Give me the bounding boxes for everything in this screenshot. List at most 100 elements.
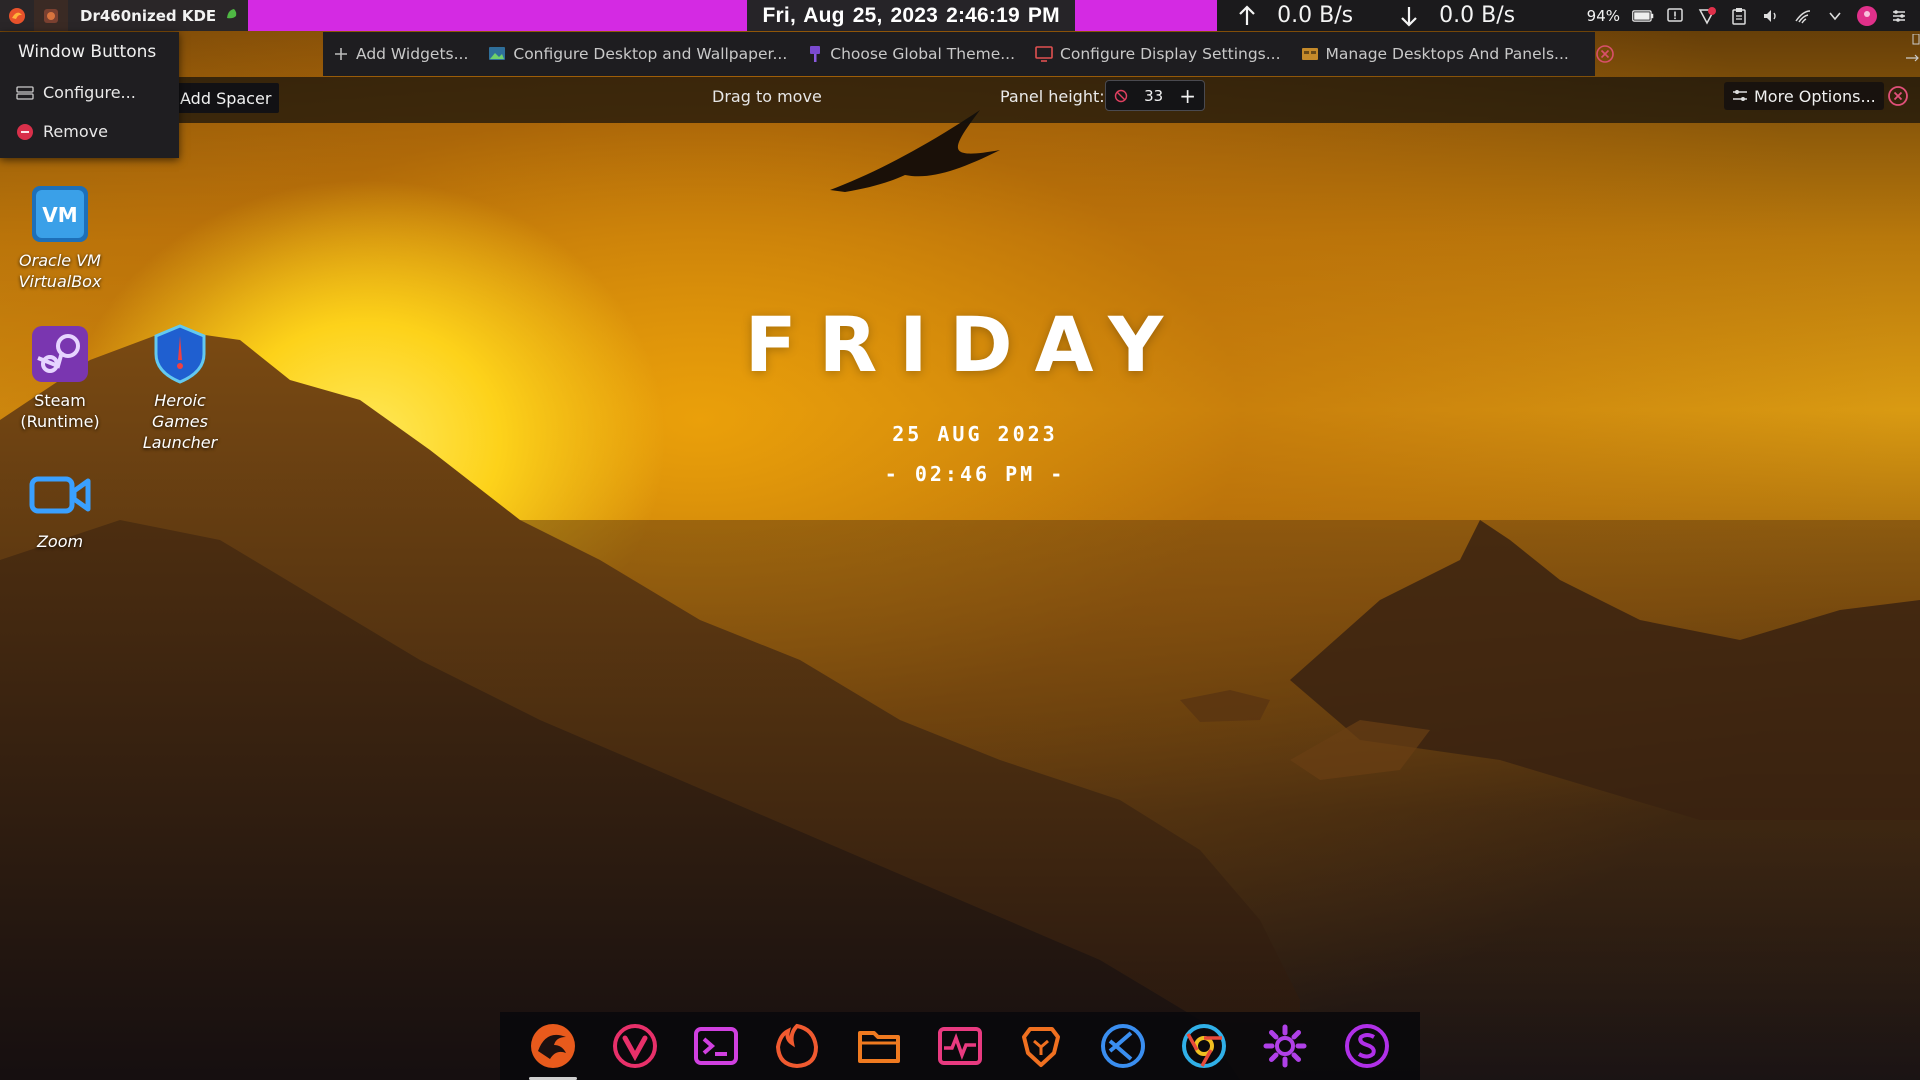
notification-icon[interactable] (1664, 5, 1686, 27)
system-monitor-icon (937, 1027, 982, 1065)
close-panel-edit-button[interactable] (1887, 85, 1909, 111)
choose-global-theme-label: Choose Global Theme... (830, 45, 1016, 63)
desktop[interactable]: Dr460nized KDE Fri, Aug 25, 2023 2:46:19… (0, 0, 1920, 1080)
dragon-emoji-icon (224, 6, 240, 26)
theme-icon (810, 46, 821, 62)
heroic-icon (148, 322, 212, 386)
brave-icon (1022, 1027, 1061, 1067)
desktop-icon-heroic[interactable]: Heroic Games Launcher (124, 322, 236, 453)
context-menu-title: Window Buttons (18, 42, 157, 62)
top-panel-left: Dr460nized KDE (0, 0, 249, 31)
display-icon (1035, 46, 1053, 62)
increase-height-button[interactable]: + (1179, 86, 1196, 106)
configure-display-label: Configure Display Settings... (1060, 45, 1281, 63)
zoom-icon (28, 463, 92, 527)
add-widgets-button[interactable]: Add Widgets... (323, 32, 478, 76)
dock-chromium[interactable] (1176, 1018, 1232, 1074)
more-options-label: More Options... (1754, 86, 1876, 106)
download-arrow-icon (1401, 6, 1417, 27)
top-panel-right: 0.0 B/s 0.0 B/s 94% (1217, 0, 1920, 31)
panel-spacer-left (248, 0, 748, 31)
desktop-icon-label: Zoom (36, 532, 84, 551)
expand-tray-icon[interactable] (1824, 5, 1846, 27)
add-spacer-button[interactable]: Add Spacer (172, 83, 280, 113)
dock-vscodium[interactable] (1095, 1018, 1151, 1074)
panel-height-label: Panel height: (1000, 87, 1105, 106)
firefox-icon (776, 1023, 819, 1069)
stacer-icon (1344, 1024, 1389, 1068)
configure-desktop-label: Configure Desktop and Wallpaper... (513, 45, 788, 63)
remove-icon (17, 123, 33, 140)
panel-height-input[interactable] (1133, 85, 1174, 106)
upload-speed: 0.0 B/s (1277, 3, 1354, 28)
day-name-widget: FRIDAY (744, 300, 1186, 389)
configure-desktop-button[interactable]: Configure Desktop and Wallpaper... (478, 32, 797, 76)
steam-icon (28, 322, 92, 386)
panel-settings-icon[interactable] (1888, 5, 1910, 27)
sliders-icon (1733, 90, 1747, 101)
choose-global-theme-button[interactable]: Choose Global Theme... (797, 32, 1025, 76)
active-window-icon (34, 0, 68, 31)
dock-firefox[interactable] (769, 1018, 825, 1074)
user-avatar-icon[interactable] (1856, 5, 1878, 27)
vpn-icon[interactable] (1696, 5, 1718, 27)
top-panel: Dr460nized KDE Fri, Aug 25, 2023 2:46:19… (0, 0, 1920, 31)
drag-to-move-handle[interactable]: Drag to move (712, 87, 822, 106)
desktop-icon-label: Oracle VM VirtualBox (18, 251, 102, 291)
wallpaper-icon (489, 47, 506, 60)
dock-terminal[interactable] (688, 1018, 744, 1074)
panel-height-spinbox[interactable]: + (1105, 80, 1205, 111)
desktops-icon (1301, 48, 1318, 60)
wallpaper-landscape (0, 110, 1920, 1080)
reset-icon[interactable] (1114, 89, 1128, 103)
manage-desktops-button[interactable]: Manage Desktops And Panels... (1291, 32, 1579, 76)
close-icon (1596, 45, 1614, 63)
dock-brave[interactable] (1013, 1018, 1069, 1074)
more-options-button[interactable]: More Options... (1724, 82, 1884, 110)
desktop-icon-zoom[interactable]: Zoom (4, 463, 116, 552)
remove-label: Remove (43, 122, 108, 141)
desktop-edit-toolbar: Add Widgets... Configure Desktop and Wal… (323, 32, 1614, 76)
configure-display-button[interactable]: Configure Display Settings... (1025, 32, 1290, 76)
dock-vivaldi[interactable] (607, 1018, 663, 1074)
configure-label: Configure... (43, 83, 136, 102)
settings-icon (1263, 1024, 1307, 1068)
configure-icon (16, 85, 34, 100)
remove-menu-item[interactable]: Remove (16, 122, 108, 141)
dock-garuda[interactable] (525, 1018, 581, 1080)
upload-arrow-icon (1239, 4, 1255, 25)
svg-text:VM: VM (42, 203, 77, 227)
panel-spacer-right (1075, 0, 1218, 31)
system-tray: 94% (1587, 5, 1920, 27)
plus-icon (335, 48, 347, 60)
chromium-icon (1181, 1024, 1226, 1068)
digital-clock[interactable]: Fri, Aug 25, 2023 2:46:19 PM (747, 0, 1076, 31)
desktop-icon-steam[interactable]: Steam (Runtime) (4, 322, 116, 432)
desktop-icon-label: Heroic Games Launcher (142, 391, 218, 452)
screen-edge-indicator (1906, 33, 1920, 74)
dock-file-manager[interactable] (851, 1018, 907, 1074)
bottom-dock (500, 1012, 1420, 1080)
app-launcher-icon[interactable] (0, 0, 34, 31)
battery-percent: 94% (1586, 6, 1620, 25)
configure-menu-item[interactable]: Configure... (16, 83, 136, 102)
dock-settings[interactable] (1257, 1018, 1313, 1074)
exit-edit-mode-button[interactable] (1585, 32, 1632, 76)
panel-edit-bar (0, 77, 1920, 123)
volume-icon[interactable] (1760, 5, 1782, 27)
manage-desktops-label: Manage Desktops And Panels... (1325, 45, 1569, 63)
desktop-icon-virtualbox[interactable]: VM Oracle VM VirtualBox (4, 182, 116, 292)
active-window-title: Dr460nized KDE (80, 6, 217, 25)
vscodium-icon (1100, 1024, 1145, 1068)
desktop-icon-label: Steam (Runtime) (20, 391, 100, 431)
wifi-icon[interactable] (1792, 5, 1814, 27)
clipboard-icon[interactable] (1728, 5, 1750, 27)
battery-icon[interactable] (1632, 5, 1654, 27)
file-manager-icon (857, 1031, 900, 1063)
network-speed[interactable]: 0.0 B/s 0.0 B/s (1217, 3, 1515, 28)
download-speed: 0.0 B/s (1439, 3, 1516, 28)
dock-stacer[interactable] (1339, 1018, 1395, 1074)
virtualbox-icon: VM (28, 182, 92, 246)
dock-system-monitor[interactable] (932, 1018, 988, 1074)
date-widget: 25 AUG 2023 (892, 422, 1058, 446)
